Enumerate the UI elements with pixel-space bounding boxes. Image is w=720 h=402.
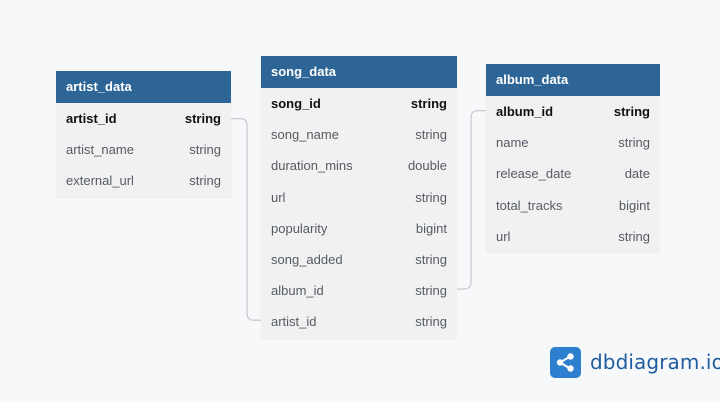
column-type: string bbox=[189, 142, 221, 158]
column-row-song-name[interactable]: song_name string bbox=[261, 119, 457, 150]
column-row-song-added[interactable]: song_added string bbox=[261, 244, 457, 275]
column-name: album_id bbox=[496, 104, 554, 120]
column-type: string bbox=[189, 173, 221, 189]
brand-name: dbdiagram.io bbox=[590, 350, 720, 374]
column-type: string bbox=[618, 135, 650, 151]
column-row-song-id[interactable]: song_id string bbox=[261, 88, 457, 119]
column-name: duration_mins bbox=[271, 158, 353, 174]
column-row-popularity[interactable]: popularity bigint bbox=[261, 213, 457, 244]
column-name: external_url bbox=[66, 173, 134, 189]
column-row-artist-id[interactable]: artist_id string bbox=[261, 306, 457, 337]
table-header-song-data[interactable]: song_data bbox=[261, 56, 457, 88]
column-row-release-date[interactable]: release_date date bbox=[486, 158, 660, 189]
column-type: string bbox=[415, 283, 447, 299]
table-header-artist-data[interactable]: artist_data bbox=[56, 71, 231, 103]
column-row-duration-mins[interactable]: duration_mins double bbox=[261, 150, 457, 181]
column-name: song_name bbox=[271, 127, 339, 143]
column-name: artist_name bbox=[66, 142, 134, 158]
column-type: string bbox=[410, 96, 447, 112]
column-name: name bbox=[496, 135, 529, 151]
column-name: song_id bbox=[271, 96, 321, 112]
column-row-external-url[interactable]: external_url string bbox=[56, 165, 231, 196]
column-name: artist_id bbox=[66, 111, 117, 127]
column-type: string bbox=[415, 127, 447, 143]
column-row-total-tracks[interactable]: total_tracks bigint bbox=[486, 190, 660, 221]
column-type: string bbox=[415, 189, 447, 205]
column-name: url bbox=[496, 228, 511, 244]
column-row-url[interactable]: url string bbox=[261, 182, 457, 213]
column-type: string bbox=[415, 314, 447, 330]
column-type: string bbox=[415, 252, 447, 268]
column-name: url bbox=[271, 189, 286, 205]
brand-logo-lockup[interactable]: dbdiagram.io bbox=[550, 346, 720, 378]
column-type: bigint bbox=[618, 197, 650, 213]
column-name: popularity bbox=[271, 220, 328, 236]
column-name: total_tracks bbox=[496, 197, 563, 213]
column-type: bigint bbox=[415, 220, 447, 236]
column-name: artist_id bbox=[271, 314, 317, 330]
table-album-data[interactable]: album_data album_id string name string r… bbox=[486, 64, 660, 252]
connector-album-id bbox=[457, 109, 486, 290]
table-artist-data[interactable]: artist_data artist_id string artist_name… bbox=[56, 71, 231, 197]
share-graph-icon bbox=[550, 346, 581, 378]
diagram-canvas: artist_data artist_id string artist_name… bbox=[0, 0, 720, 402]
column-row-name[interactable]: name string bbox=[486, 127, 660, 158]
column-name: album_id bbox=[271, 283, 324, 299]
connector-artist-id bbox=[231, 117, 261, 321]
column-row-album-id[interactable]: album_id string bbox=[261, 275, 457, 306]
column-type: string bbox=[184, 111, 221, 127]
column-type: string bbox=[618, 228, 650, 244]
column-row-artist-id[interactable]: artist_id string bbox=[56, 103, 231, 134]
table-header-album-data[interactable]: album_data bbox=[486, 64, 660, 96]
column-type: string bbox=[613, 104, 650, 120]
column-type: date bbox=[624, 166, 650, 182]
column-type: double bbox=[407, 158, 447, 174]
column-name: release_date bbox=[496, 166, 572, 182]
column-row-artist-name[interactable]: artist_name string bbox=[56, 134, 231, 165]
column-row-album-id[interactable]: album_id string bbox=[486, 96, 660, 127]
table-song-data[interactable]: song_data song_id string song_name strin… bbox=[261, 56, 457, 338]
column-name: song_added bbox=[271, 252, 343, 268]
column-row-url[interactable]: url string bbox=[486, 221, 660, 252]
